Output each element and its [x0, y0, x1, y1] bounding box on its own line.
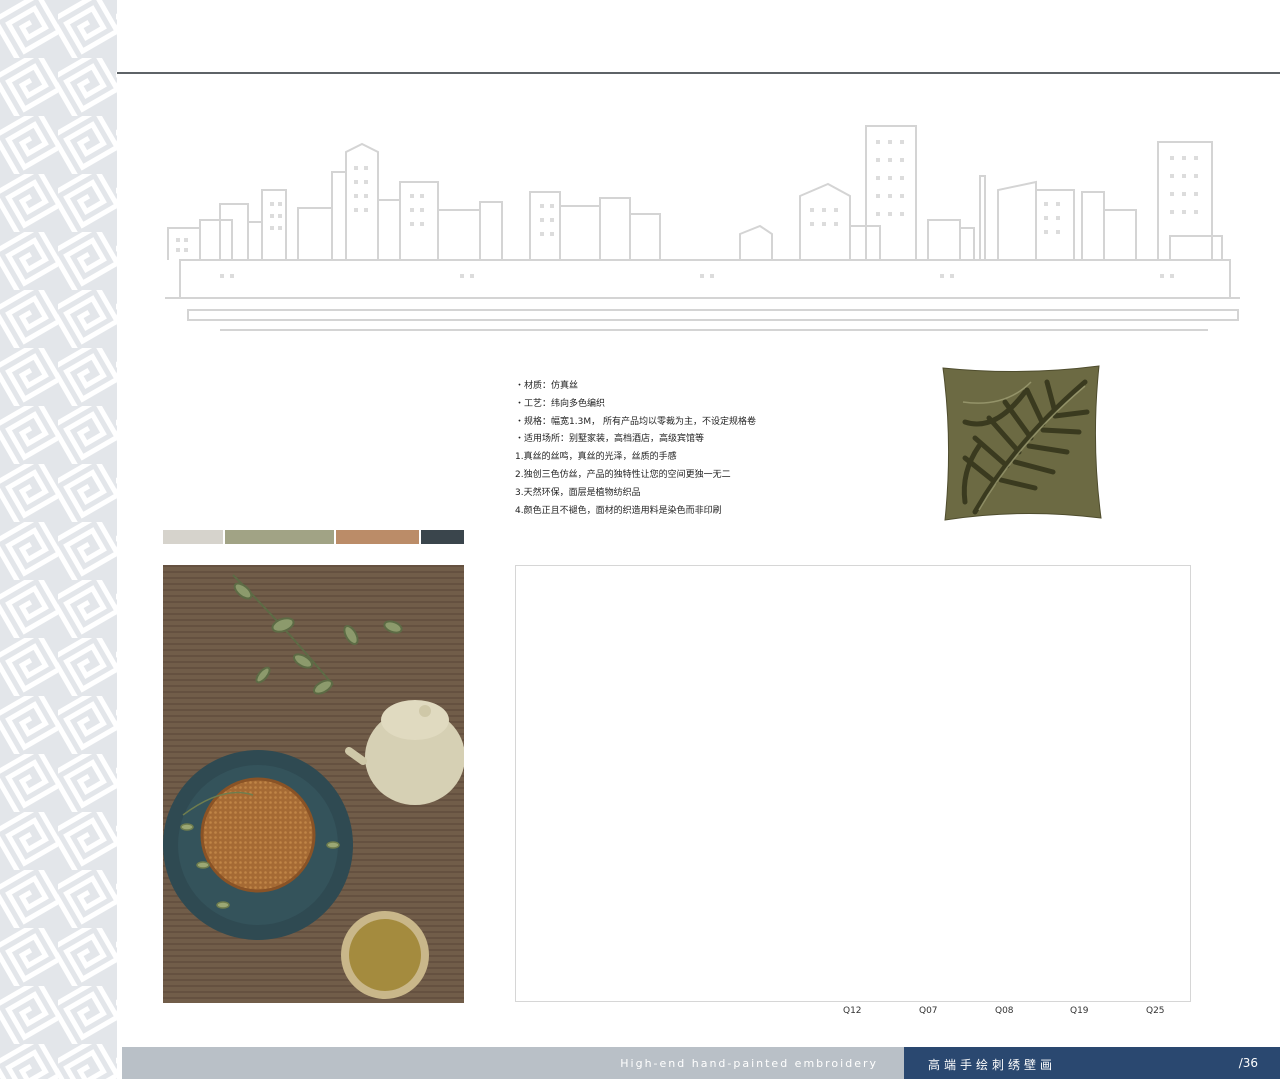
footer-title-block: 高端手绘刺绣壁画 /36: [904, 1047, 1280, 1079]
product-code: Q19: [1070, 1006, 1089, 1016]
swatch-slate: [421, 530, 464, 544]
footer-chinese-title: 高端手绘刺绣壁画: [928, 1058, 1057, 1072]
feature-line: 4.颜色正且不褪色，面材的织造用料是染色而非印刷: [515, 505, 722, 516]
swatch-terracotta: [336, 530, 419, 544]
top-divider: [117, 72, 1280, 74]
product-display-frame: [515, 565, 1191, 1002]
feature-line: 3.天然环保，面层是植物纺织品: [515, 487, 641, 498]
product-code: Q12: [843, 1006, 862, 1016]
page-number: /36: [1238, 1056, 1258, 1070]
feature-line: 1.真丝的丝鸣，真丝的光泽，丝质的手感: [515, 452, 677, 463]
spec-line: ・工艺：纬向多色编织: [515, 398, 606, 409]
footer-bar: High-end hand-painted embroidery: [122, 1047, 904, 1079]
product-code: Q07: [919, 1006, 938, 1016]
swatch-light-grey: [163, 530, 223, 544]
spec-line: ・规格：幅宽1.3M， 所有产品均以零裁为主，不设定规格卷: [515, 416, 756, 427]
product-code: Q25: [1146, 1006, 1165, 1016]
feature-line: 2.独创三色仿丝，产品的独特性让您的空间更独一无二: [515, 469, 731, 480]
tea-set-photo: [163, 565, 464, 1003]
product-spec-list: ・材质：仿真丝 ・工艺：纬向多色编织 ・规格：幅宽1.3M， 所有产品均以零裁为…: [515, 378, 895, 520]
swatch-sage: [225, 530, 334, 544]
footer-english-tagline: High-end hand-painted embroidery: [620, 1057, 878, 1070]
city-skyline-illustration: [165, 125, 1240, 331]
product-code: Q08: [995, 1006, 1014, 1016]
pillow-product-image: [942, 365, 1102, 521]
spec-line: ・材质：仿真丝: [515, 381, 579, 391]
spec-line: ・适用场所：别墅家装，高档酒店，高级宾馆等: [515, 434, 705, 445]
color-palette: [163, 530, 464, 544]
key-pattern-sidebar: [0, 0, 117, 1079]
key-pattern: [0, 0, 117, 1079]
